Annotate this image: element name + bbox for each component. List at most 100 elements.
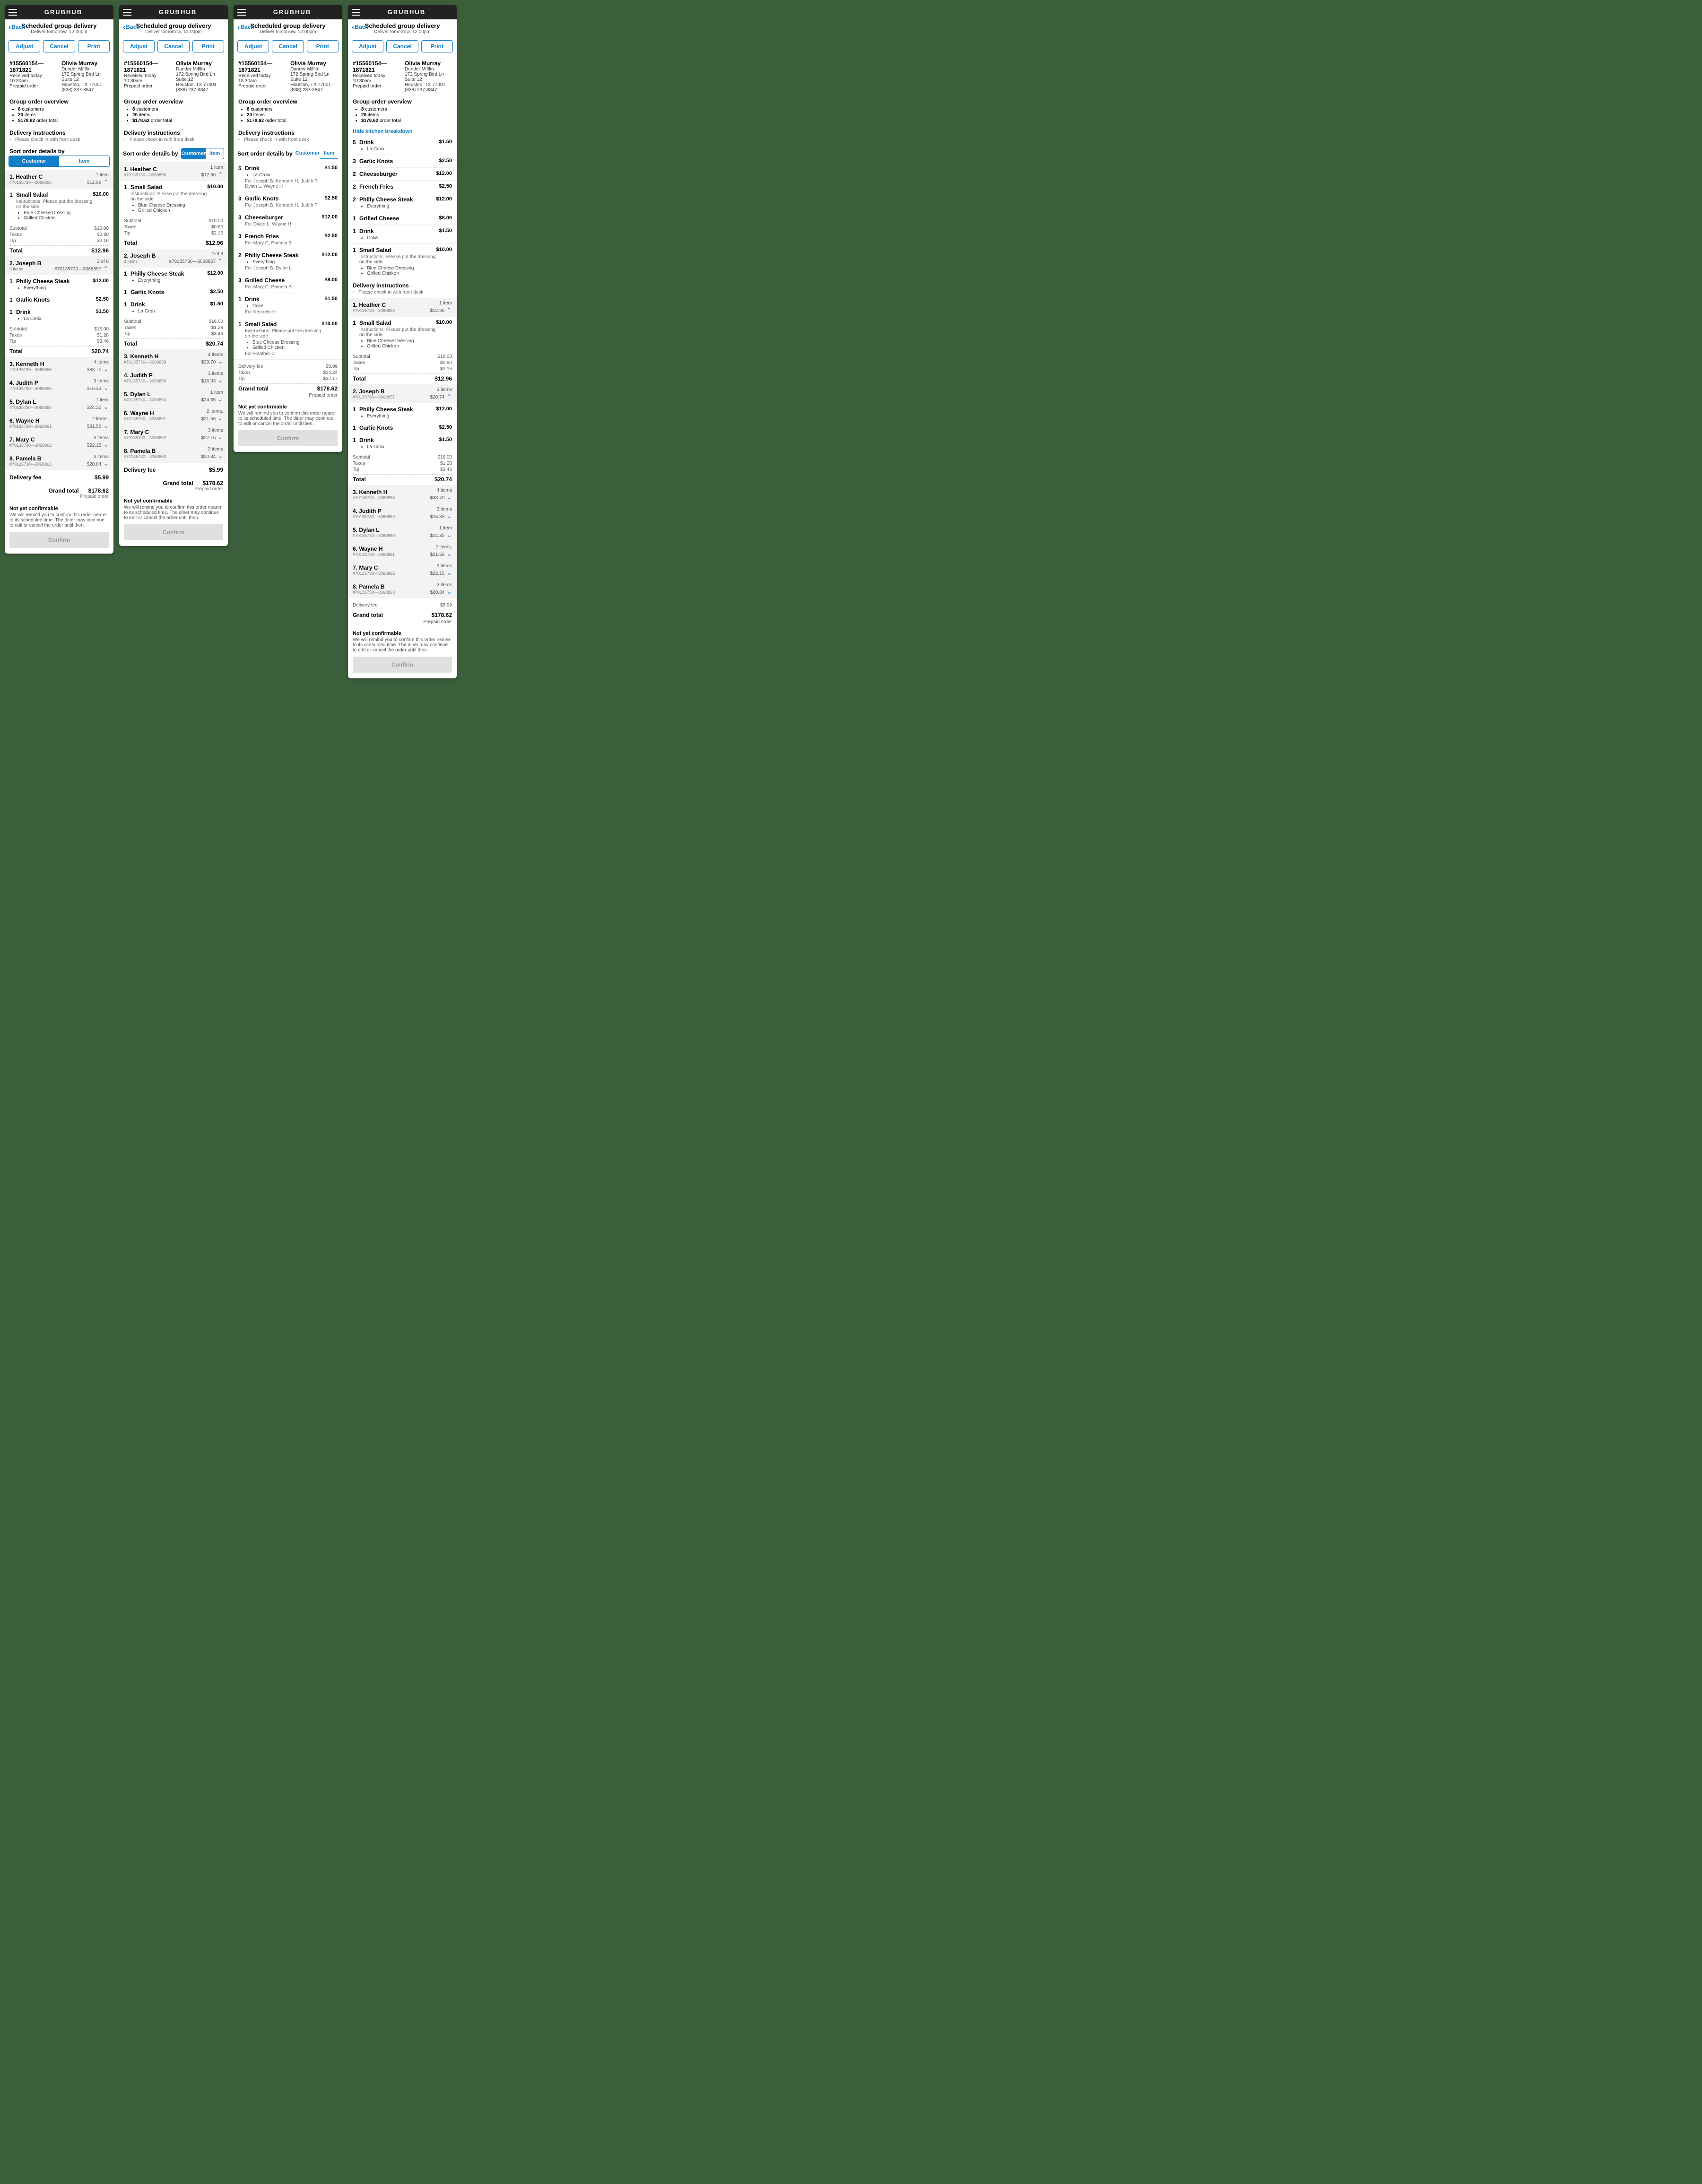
print-button[interactable]: Print: [421, 40, 453, 52]
chevron-down-icon: ⌄: [103, 422, 109, 430]
brand: GRUBHUB: [17, 9, 110, 16]
customer-row[interactable]: 5. Dylan L#70135730—30688601 item$24.35⌄: [5, 395, 113, 414]
customer-row[interactable]: 5. Dylan L#70135730—30688601 item$24.35⌄: [119, 387, 228, 406]
overview-title: Group order overview: [9, 98, 109, 105]
confirm-button[interactable]: Confirm: [353, 657, 452, 673]
line-item: 2Cheeseburger$12.00: [348, 168, 457, 180]
sort-segmented: Customer Item: [9, 156, 110, 167]
customer-row[interactable]: 2. Joseph B3 items 2 of 8#70135730—30688…: [5, 256, 113, 275]
adjust-button[interactable]: Adjust: [352, 40, 383, 52]
chevron-up-icon: ⌄: [103, 178, 109, 186]
print-button[interactable]: Print: [307, 40, 339, 52]
chevron-down-icon: ⌄: [217, 395, 223, 403]
customer-row[interactable]: 2. Joseph B#70135730—30688573 items$20.7…: [348, 384, 457, 403]
menu-icon[interactable]: [237, 9, 246, 16]
customer-row[interactable]: 4. Judith P#70135730—30688593 items$16.3…: [348, 504, 457, 523]
chevron-down-icon: ⌄: [446, 512, 452, 520]
tab-customer[interactable]: Customer: [9, 156, 59, 166]
print-button[interactable]: Print: [78, 40, 110, 52]
cancel-button[interactable]: Cancel: [272, 40, 304, 52]
customer-name: Olivia Murray: [61, 60, 109, 67]
menu-icon[interactable]: [9, 9, 17, 16]
line-item: 1Small SaladInstructions: Please put the…: [348, 244, 457, 279]
line-item: 3CheeseburgerFor Dylan L, Wayne H$12.00: [234, 211, 342, 230]
customer-row[interactable]: 1. Heather C#70135730—30688561 item$12.9…: [119, 162, 228, 181]
cancel-button[interactable]: Cancel: [157, 40, 189, 52]
chevron-down-icon: ⌄: [217, 414, 223, 422]
confirm-button[interactable]: Confirm: [238, 430, 338, 446]
back-button[interactable]: Back: [237, 23, 254, 32]
adjust-button[interactable]: Adjust: [9, 40, 40, 52]
back-button[interactable]: Back: [9, 23, 25, 32]
customer-row[interactable]: 6. Wayne H#70135730—30688612 items,$21.5…: [5, 414, 113, 433]
topbar: GRUBHUB: [5, 5, 113, 19]
deliv-title: Delivery instructions: [9, 130, 109, 136]
confirm-button[interactable]: Confirm: [124, 524, 223, 540]
chevron-up-icon: ⌄: [446, 306, 452, 314]
tab-item[interactable]: Item: [59, 156, 109, 166]
line-item: 3Grilled CheeseFor Mary C, Pamela B$8.00: [234, 274, 342, 293]
chevron-down-icon: ⌄: [446, 493, 452, 501]
confirm-title: Not yet confirmable: [9, 506, 109, 511]
menu-icon[interactable]: [352, 9, 360, 16]
customer-row[interactable]: 3. Kenneth H#70135730—30688584 items$33.…: [348, 485, 457, 504]
deliv-text: Please check in with front desk: [9, 137, 109, 142]
customer-row[interactable]: 2. Joseph B3 items2 of 8#70135730—306885…: [119, 249, 228, 268]
line-item: 5DrinkLa CroixFor Joseph B, Kenneth H, J…: [234, 162, 342, 192]
chevron-up-icon: ⌄: [103, 264, 109, 272]
back-button[interactable]: Back: [352, 23, 368, 32]
tab-item[interactable]: Item: [206, 148, 224, 159]
customer-row[interactable]: 1. Heather C#70135730—3068856 1 item$12.…: [5, 170, 113, 189]
customer-row[interactable]: 4. Judith P#70135730—30688593 items$16.3…: [5, 376, 113, 395]
customer-row[interactable]: 8. Pamela B#70135730—30688633 items$20.8…: [348, 580, 457, 598]
chevron-down-icon: ⌄: [103, 441, 109, 449]
overview: Group order overview 8 customers 20 item…: [5, 95, 113, 127]
city: Houston, TX 77001: [61, 82, 109, 87]
tab-customer[interactable]: Customer: [295, 148, 320, 159]
customer-row[interactable]: 3. Kenneth H#70135730—30688584 items$33.…: [5, 357, 113, 376]
print-button[interactable]: Print: [192, 40, 224, 52]
chevron-down-icon: ⌄: [446, 569, 452, 577]
chevron-down-icon: ⌄: [446, 531, 452, 539]
addr1: 172 Spring Bird Ln: [61, 72, 109, 77]
line-item: 2Philly Cheese SteakEverything$12.00: [348, 193, 457, 212]
confirm-text: We will remind you to confirm this order…: [9, 512, 109, 528]
panel-customer-alt: GRUBHUB BackScheduled group deliveryDeli…: [119, 5, 228, 546]
customer-row[interactable]: 1. Heather C#70135730—30688561 item$12.9…: [348, 298, 457, 317]
order-id: #15560154—1871821: [9, 60, 57, 73]
hide-kitchen-link[interactable]: Hide kitchen breakdown: [348, 127, 457, 136]
back-button[interactable]: Back: [123, 23, 139, 32]
chevron-down-icon: ⌄: [103, 365, 109, 373]
chevron-up-icon: ⌄: [217, 257, 223, 265]
chevron-down-icon: ⌄: [217, 376, 223, 384]
adjust-button[interactable]: Adjust: [237, 40, 269, 52]
customer-row[interactable]: 4. Judith P#70135730—30688593 items$16.3…: [119, 368, 228, 387]
grand-total: Grand total$178.62 Prepaid order: [5, 485, 113, 502]
cancel-button[interactable]: Cancel: [43, 40, 75, 52]
customer-row[interactable]: 6. Wayne H#70135730—30688612 items,$21.5…: [348, 542, 457, 561]
customer-row[interactable]: 5. Dylan L#70135730—30688601 item$24.35⌄: [348, 523, 457, 542]
customer-row[interactable]: 7. Mary C#70135730—30688623 items$22.15⌄: [5, 433, 113, 451]
customer-row[interactable]: 8. Pamela B#70135730—30688633 items$20.8…: [119, 444, 228, 463]
cancel-button[interactable]: Cancel: [386, 40, 418, 52]
menu-icon[interactable]: [123, 9, 131, 16]
line-item: 1 Small SaladInstructions: Please put th…: [5, 189, 113, 224]
order-info: #15560154—1871821 Received today 10:30am…: [5, 57, 113, 95]
line-item: 1Philly Cheese SteakEverything$12.00: [5, 275, 113, 294]
company: Dunder Mifflin: [61, 67, 109, 72]
line-item: 1Grilled Cheese$8.00: [348, 212, 457, 225]
tab-customer[interactable]: Customer: [182, 148, 206, 159]
prepaid-label: Prepaid order: [9, 84, 57, 89]
confirm-button[interactable]: Confirm: [9, 532, 109, 548]
chevron-down-icon: ⌄: [103, 384, 109, 392]
chevron-down-icon: ⌄: [446, 588, 452, 596]
tab-item[interactable]: Item: [320, 148, 339, 159]
chevron-down-icon: ⌄: [217, 433, 223, 441]
customer-row[interactable]: 7. Mary C#70135730—30688623 items$22.15⌄: [119, 425, 228, 444]
customer-row[interactable]: 7. Mary C#70135730—30688623 items$22.15⌄: [348, 561, 457, 580]
customer-row[interactable]: 3. Kenneth H#70135730—30688584 items$33.…: [119, 349, 228, 368]
customer-row[interactable]: 8. Pamela B#70135730—30688633 items$20.8…: [5, 451, 113, 470]
panel-customer: GRUBHUB Back Scheduled group delivery De…: [5, 5, 113, 554]
customer-row[interactable]: 6. Wayne H#70135730—30688612 items,$21.5…: [119, 406, 228, 425]
adjust-button[interactable]: Adjust: [123, 40, 155, 52]
